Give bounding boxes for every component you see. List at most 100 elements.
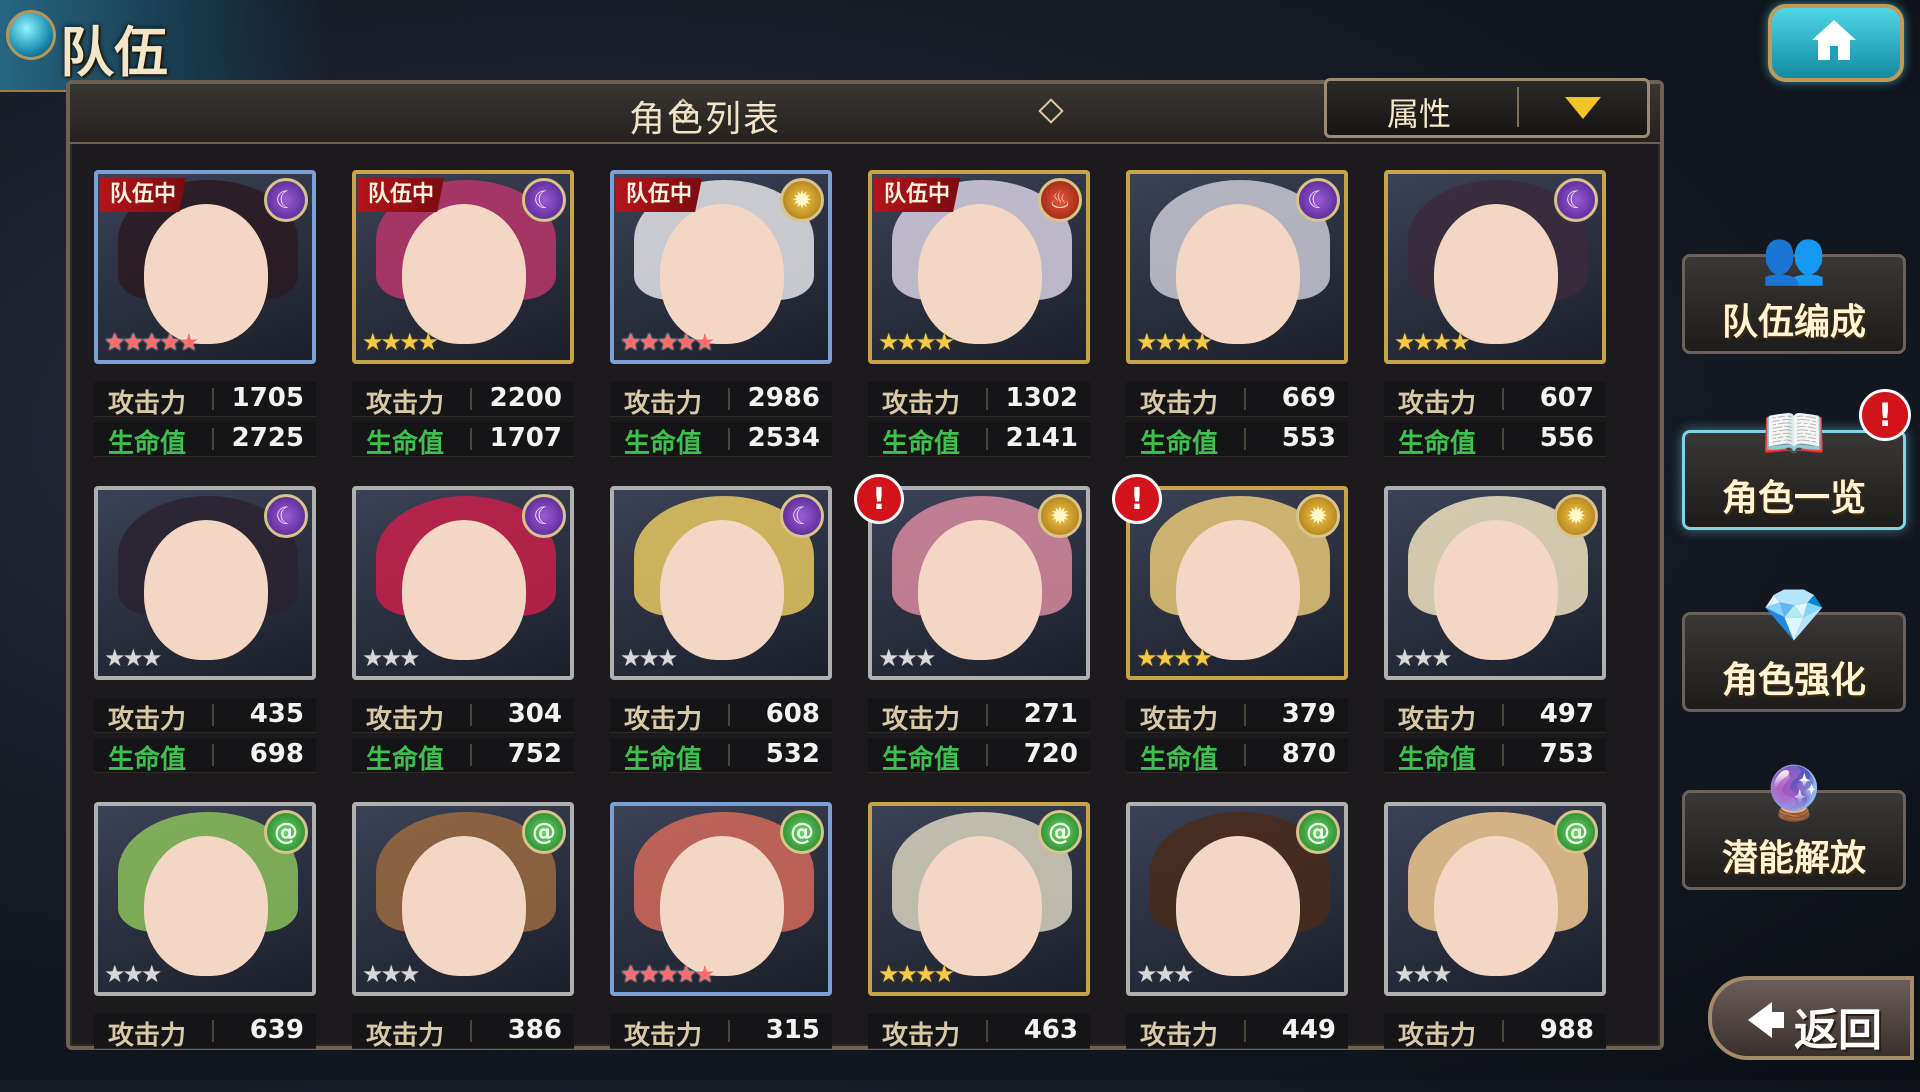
- attack-stat: 攻击力 639: [94, 1014, 316, 1051]
- character-card[interactable]: ✹ ★★★★! 攻击力 379 生命值 870: [1112, 474, 1352, 776]
- character-card[interactable]: 队伍中 ✹ ★★★★★ 攻击力 2986 生命值 2534: [610, 170, 836, 460]
- hp-value: 2141: [1005, 423, 1078, 453]
- sort-dropdown[interactable]: 属性: [1324, 78, 1650, 138]
- hp-stat: 生命值 2534: [610, 422, 832, 459]
- rarity-stars: ★★★: [104, 644, 163, 672]
- character-card[interactable]: ✹ ★★★ 攻击力 497 生命值 753: [1384, 486, 1610, 776]
- hp-stat: 生命值 2725: [94, 422, 316, 459]
- stat-divider: [1244, 704, 1246, 726]
- attack-value: 304: [507, 699, 562, 729]
- character-card[interactable]: @ ★★★ 攻击力 988: [1384, 802, 1610, 1092]
- hp-label: 生命值: [1398, 745, 1477, 775]
- character-card[interactable]: @ ★★★ 攻击力 386: [352, 802, 578, 1092]
- stat-divider: [1502, 388, 1504, 410]
- home-button[interactable]: [1768, 4, 1904, 82]
- side-menu-label: 角色强化: [1721, 660, 1866, 701]
- hp-label: 生命值: [108, 429, 187, 459]
- side-menu-label: 潜能解放: [1721, 838, 1866, 879]
- character-card[interactable]: ☾ ★★★ 攻击力 608 生命值 532: [610, 486, 836, 776]
- book-icon: 📖: [1761, 403, 1827, 464]
- attack-value: 463: [1023, 1015, 1078, 1045]
- character-portrait: ☾ ★★★: [610, 486, 832, 680]
- attack-value: 988: [1539, 1015, 1594, 1045]
- character-card[interactable]: ☾ ★★★ 攻击力 304 生命值 752: [352, 486, 578, 776]
- header-gem-icon: [6, 10, 56, 60]
- wind-element-icon: @: [1296, 810, 1340, 854]
- rarity-stars: ★★★★: [878, 960, 955, 988]
- rarity-stars: ★★★: [620, 644, 679, 672]
- character-card[interactable]: ✹ ★★★! 攻击力 271 生命值 720: [854, 474, 1094, 776]
- portrait-face: [402, 836, 526, 976]
- sort-divider: [1517, 87, 1519, 127]
- character-card[interactable]: ☾ ★★★★ 攻击力 669 生命值 553: [1126, 170, 1352, 460]
- side-menu-button-2[interactable]: 📖 角色一览!: [1682, 389, 1911, 530]
- character-card[interactable]: @ ★★★ 攻击力 449: [1126, 802, 1352, 1092]
- attack-stat: 攻击力 988: [1384, 1014, 1606, 1051]
- hp-label: 生命值: [882, 429, 961, 459]
- rarity-stars: ★★★: [1394, 960, 1453, 988]
- attack-label: 攻击力: [882, 705, 961, 735]
- character-card[interactable]: 队伍中 ♨ ★★★★ 攻击力 1302 生命值 2141: [868, 170, 1094, 460]
- stat-divider: [470, 1020, 472, 1042]
- character-card[interactable]: 队伍中 ☾ ★★★★ 攻击力 2200 生命值 1707: [352, 170, 578, 460]
- attack-value: 386: [507, 1015, 562, 1045]
- character-card[interactable]: @ ★★★ 攻击力 639: [94, 802, 320, 1092]
- stat-divider: [1244, 1020, 1246, 1042]
- screen-title: 队伍: [60, 21, 168, 84]
- back-button[interactable]: 返回: [1708, 976, 1914, 1060]
- portrait-face: [1176, 836, 1300, 976]
- rarity-stars: ★★★★: [1394, 328, 1471, 356]
- stat-divider: [986, 704, 988, 726]
- sort-dropdown-label: 属性: [1387, 95, 1452, 133]
- stat-divider: [470, 428, 472, 450]
- character-card[interactable]: ☾ ★★★ 攻击力 435 生命值 698: [94, 486, 320, 776]
- rarity-stars: ★★★★★: [104, 328, 200, 356]
- attack-value: 2200: [489, 383, 562, 413]
- stat-divider: [1502, 744, 1504, 766]
- character-card[interactable]: 队伍中 ☾ ★★★★★ 攻击力 1705 生命值 2725: [94, 170, 320, 460]
- character-card[interactable]: @ ★★★★ 攻击力 463: [868, 802, 1094, 1092]
- attack-label: 攻击力: [624, 1021, 703, 1051]
- stat-divider: [1502, 1020, 1504, 1042]
- back-arrow-icon: [1748, 1002, 1772, 1038]
- wind-element-icon: @: [780, 810, 824, 854]
- stat-divider: [986, 388, 988, 410]
- attack-label: 攻击力: [108, 705, 187, 735]
- attack-stat: 攻击力 608: [610, 698, 832, 735]
- stat-divider: [1244, 744, 1246, 766]
- portrait-face: [144, 204, 268, 344]
- screen-header: 队伍: [0, 0, 330, 92]
- stat-divider: [728, 1020, 730, 1042]
- character-card[interactable]: ☾ ★★★★ 攻击力 607 生命值 556: [1384, 170, 1610, 460]
- portrait-face: [660, 836, 784, 976]
- side-menu-button-3[interactable]: 💎 角色强化: [1682, 586, 1906, 712]
- character-portrait: @ ★★★: [1384, 802, 1606, 996]
- stat-divider: [986, 744, 988, 766]
- hp-value: 753: [1539, 739, 1594, 769]
- side-menu-button-1[interactable]: 👥 队伍编成: [1682, 228, 1906, 354]
- attack-stat: 攻击力 315: [610, 1014, 832, 1051]
- in-team-badge: 队伍中: [874, 178, 961, 212]
- alert-icon: !: [1859, 389, 1911, 441]
- attack-stat: 攻击力 669: [1126, 382, 1348, 419]
- back-button-label: 返回: [1794, 1005, 1882, 1056]
- attack-label: 攻击力: [882, 1021, 961, 1051]
- sun-element-icon: ✹: [1038, 494, 1082, 538]
- hp-stat: 生命值 2141: [868, 422, 1090, 459]
- attack-value: 449: [1281, 1015, 1336, 1045]
- side-menu-button-4[interactable]: 🔮 潜能解放: [1682, 764, 1906, 890]
- stat-divider: [728, 388, 730, 410]
- attack-label: 攻击力: [882, 389, 961, 419]
- stat-divider: [1502, 704, 1504, 726]
- character-portrait: @ ★★★: [1126, 802, 1348, 996]
- attack-value: 271: [1023, 699, 1078, 729]
- panel-header: 角色列表 属性: [70, 78, 1660, 144]
- character-portrait: 队伍中 ♨ ★★★★: [868, 170, 1090, 364]
- attack-label: 攻击力: [1398, 1021, 1477, 1051]
- attack-value: 497: [1539, 699, 1594, 729]
- stat-divider: [1244, 388, 1246, 410]
- attack-value: 379: [1281, 699, 1336, 729]
- portrait-face: [144, 836, 268, 976]
- character-card[interactable]: @ ★★★★★ 攻击力 315: [610, 802, 836, 1092]
- team-characters-icon: 👥: [1761, 227, 1827, 288]
